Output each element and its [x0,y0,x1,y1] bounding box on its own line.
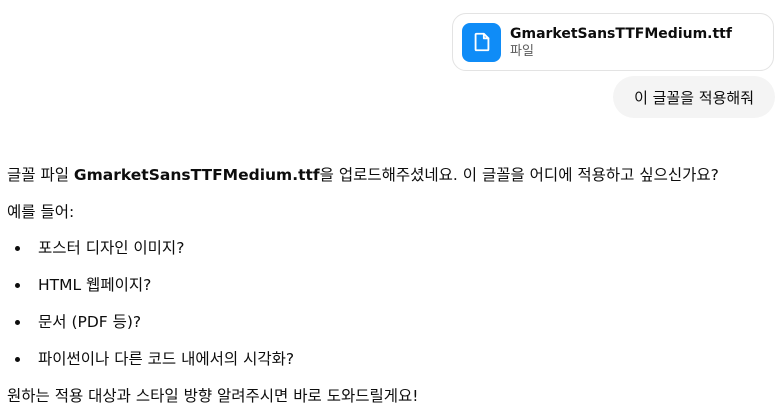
list-item: 포스터 디자인 이미지? [7,237,777,259]
intro-prefix: 글꼴 파일 [7,166,74,184]
chat-view: GmarketSansTTFMedium.ttf 파일 이 글꼴을 적용해줘 글… [0,0,780,419]
file-name: GmarketSansTTFMedium.ttf [510,25,732,42]
file-type-label: 파일 [510,43,534,59]
example-list: 포스터 디자인 이미지? HTML 웹페이지? 문서 (PDF 등)? 파이썬이… [7,237,777,370]
list-item: 파이썬이나 다른 코드 내에서의 시각화? [7,348,777,370]
user-message-text: 이 글꼴을 적용해줘 [634,88,754,107]
user-message-bubble: 이 글꼴을 적용해줘 [613,76,775,118]
file-attachment-card[interactable]: GmarketSansTTFMedium.ttf 파일 [452,13,774,71]
file-icon [462,22,501,62]
intro-file-name: GmarketSansTTFMedium.ttf [73,166,320,184]
intro-suffix: 을 업로드해주셨네요. 이 글꼴을 어디에 적용하고 싶으신가요? [319,166,719,184]
assistant-message: 글꼴 파일 GmarketSansTTFMedium.ttf을 업로드해주셨네요… [7,164,777,407]
list-item: 문서 (PDF 등)? [7,311,777,333]
assistant-closing: 원하는 적용 대상과 스타일 방향 알려주시면 바로 도와드릴게요! [7,387,419,405]
example-label: 예를 들어: [7,203,75,221]
list-item: HTML 웹페이지? [7,274,777,296]
assistant-intro: 글꼴 파일 GmarketSansTTFMedium.ttf을 업로드해주셨네요… [7,164,777,186]
file-meta: GmarketSansTTFMedium.ttf 파일 [510,25,732,60]
